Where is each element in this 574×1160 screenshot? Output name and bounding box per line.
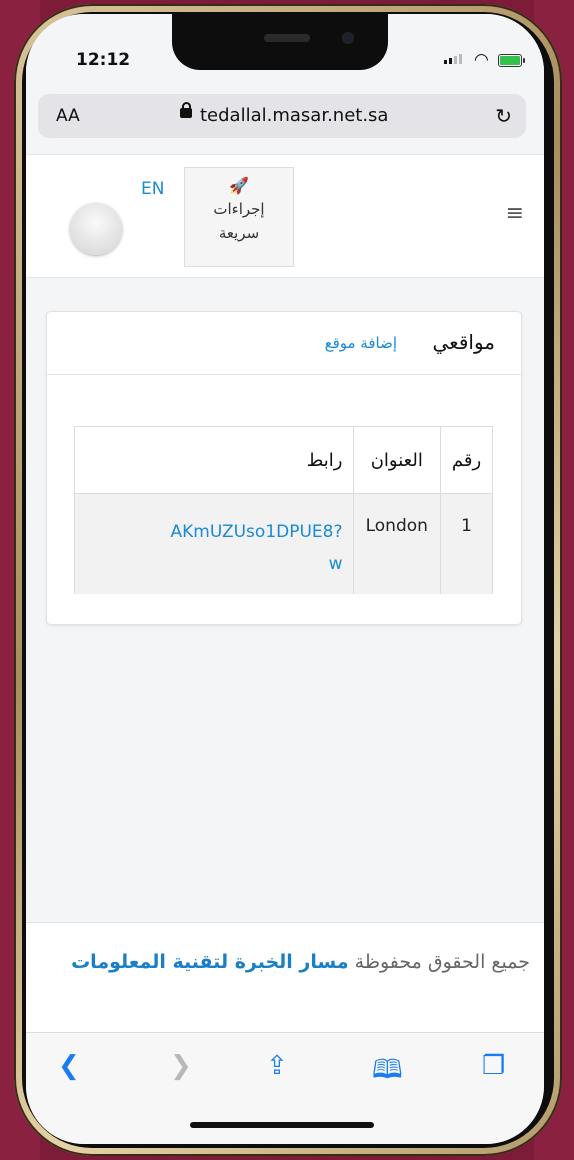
add-site-link[interactable]: إضافة موقع <box>325 334 397 352</box>
my-sites-card: مواقعي إضافة موقع رقم العنوان رابط 1 Lon… <box>46 311 522 625</box>
forward-icon[interactable]: ❯ <box>170 1051 192 1081</box>
wifi-icon: ◠ <box>474 50 489 70</box>
language-toggle[interactable]: EN <box>141 179 164 199</box>
sites-table: رقم العنوان رابط 1 London AKmUZUso1DPUE8… <box>74 426 493 594</box>
address-bar[interactable]: AA tedallal.masar.net.sa ↻ <box>38 94 526 138</box>
table-header-row: رقم العنوان رابط <box>74 426 493 494</box>
rocket-icon: 🚀 <box>229 176 249 195</box>
quick-actions-button[interactable]: 🚀 إجراءات سريعة <box>184 167 294 267</box>
site-header: EN 🚀 إجراءات سريعة ≡ <box>26 154 544 278</box>
status-time: 12:12 <box>76 50 131 70</box>
cell-link: AKmUZUso1DPUE8? w <box>74 493 354 594</box>
cell-number: 1 <box>440 493 493 594</box>
hamburger-menu-icon[interactable]: ≡ <box>506 201 524 226</box>
url-text[interactable]: tedallal.masar.net.sa <box>200 105 388 126</box>
avatar[interactable] <box>70 203 122 255</box>
quick-actions-label-1: إجراءات <box>213 200 265 218</box>
notch <box>172 14 388 70</box>
card-title: مواقعي <box>432 330 495 354</box>
signal-icon <box>444 54 462 64</box>
column-header-number: رقم <box>440 426 493 494</box>
tabs-icon[interactable]: ❐ <box>482 1051 505 1081</box>
site-link[interactable]: AKmUZUso1DPUE8? w <box>75 516 343 580</box>
web-page: EN 🚀 إجراءات سريعة ≡ مواقعي إضافة موقع ر… <box>26 154 544 1035</box>
cell-address: London <box>352 493 442 594</box>
table-row: 1 London AKmUZUso1DPUE8? w <box>74 493 493 594</box>
back-icon[interactable]: ❮ <box>58 1051 80 1081</box>
share-icon[interactable]: ⇪ <box>266 1051 288 1081</box>
site-link-line1[interactable]: AKmUZUso1DPUE8? <box>170 522 342 542</box>
camera-icon <box>342 32 354 44</box>
bookmarks-icon[interactable]: 🕮 <box>372 1051 403 1095</box>
home-indicator[interactable] <box>190 1122 374 1128</box>
lock-icon <box>180 102 192 118</box>
copyright-text: جميع الحقوق محفوظة مسار الخبرة لتقنية ال… <box>52 945 530 979</box>
battery-icon <box>498 54 525 67</box>
quick-actions-label-2: سريعة <box>218 224 260 242</box>
sites-table-scroll[interactable]: رقم العنوان رابط 1 London AKmUZUso1DPUE8… <box>74 426 493 594</box>
site-footer: جميع الحقوق محفوظة مسار الخبرة لتقنية ال… <box>26 922 544 1035</box>
text-size-button[interactable]: AA <box>56 106 80 126</box>
column-header-link: رابط <box>74 426 354 494</box>
reload-icon[interactable]: ↻ <box>495 104 512 128</box>
card-header: مواقعي إضافة موقع <box>47 312 521 375</box>
speaker-grille <box>264 34 310 42</box>
column-header-address: العنوان <box>352 426 442 494</box>
copyright-prefix: جميع الحقوق محفوظة <box>354 951 530 973</box>
site-link-line2[interactable]: w <box>329 554 343 574</box>
phone-screen: 12:12 ◠ AA tedallal.masar.net.sa ↻ EN 🚀 … <box>26 14 544 1144</box>
brand-link[interactable]: مسار الخبرة لتقنية المعلومات <box>71 951 349 973</box>
